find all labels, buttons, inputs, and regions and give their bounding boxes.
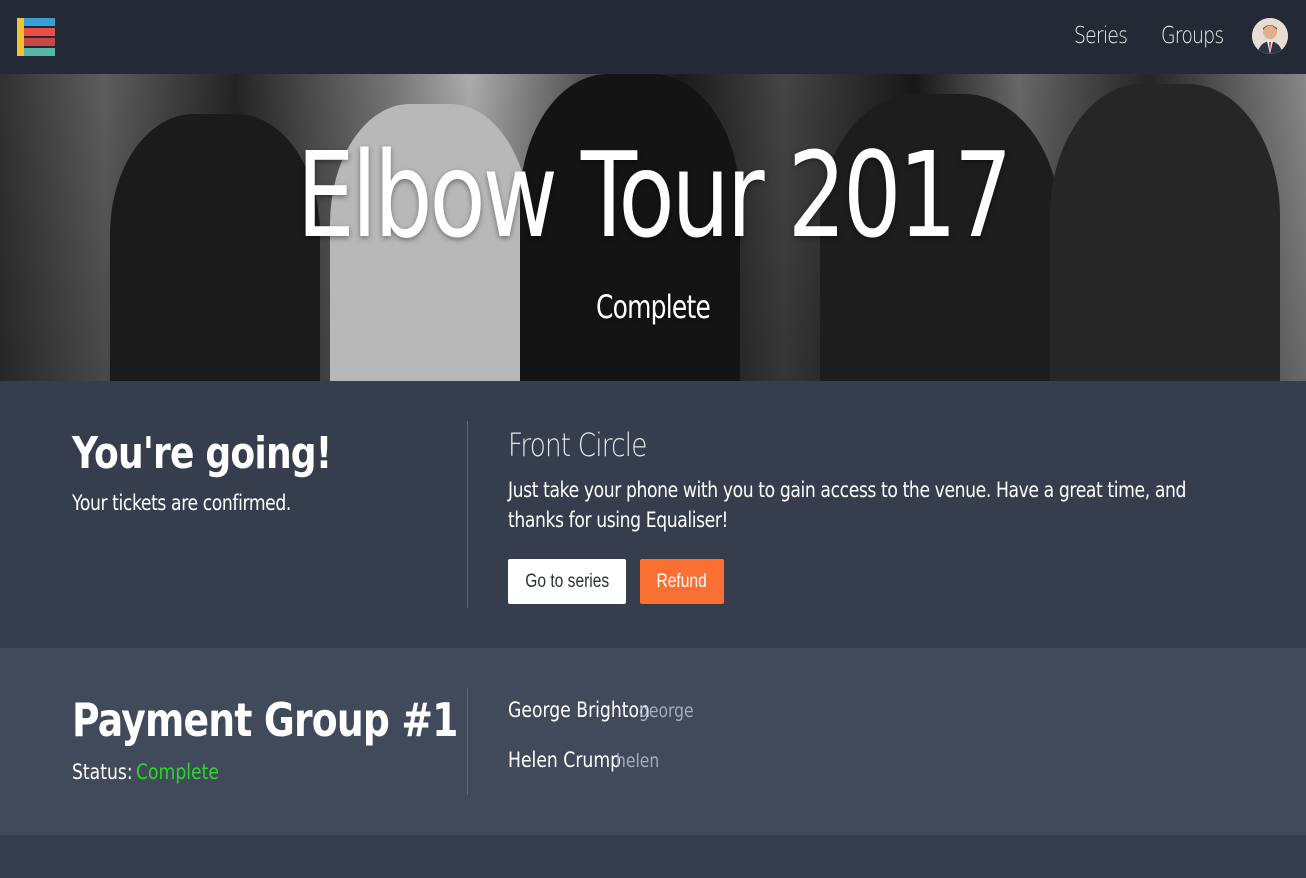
divider [467,421,468,608]
navbar: Series Groups [0,0,1306,74]
going-heading: You're going! [72,428,332,479]
payment-group-heading: Payment Group #1 [72,693,458,747]
payment-group-section: Payment Group #1 Status: Complete George… [0,648,1306,835]
going-subtext: Your tickets are confirmed. [72,491,291,515]
nav-series-link[interactable]: Series [1074,20,1128,52]
nav-groups-link[interactable]: Groups [1161,20,1224,52]
user-avatar[interactable] [1252,18,1288,54]
ticket-tier-name: Front Circle [508,426,647,464]
status-badge: Complete [136,760,219,784]
divider [467,688,468,795]
series-status: Complete [595,288,711,326]
equaliser-logo-icon[interactable] [17,18,55,56]
member-name: George Brighton [508,698,650,722]
member-username: helen [616,750,660,772]
refund-button[interactable]: Refund [640,559,724,604]
ticket-description: Just take your phone with you to gain ac… [508,478,1186,532]
avatar-portrait-icon [1252,18,1288,54]
hero-banner: Elbow Tour 2017 Complete [0,74,1306,381]
go-to-series-button[interactable]: Go to series [508,559,626,604]
member-name: Helen Crump [508,748,622,772]
status-label: Status: [72,760,133,784]
series-title: Elbow Tour 2017 [296,126,1013,264]
member-username: george [639,700,694,722]
refund-label: Refund [656,571,708,592]
ticket-section: You're going! Your tickets are confirmed… [0,381,1306,648]
go-to-series-label: Go to series [525,571,609,592]
